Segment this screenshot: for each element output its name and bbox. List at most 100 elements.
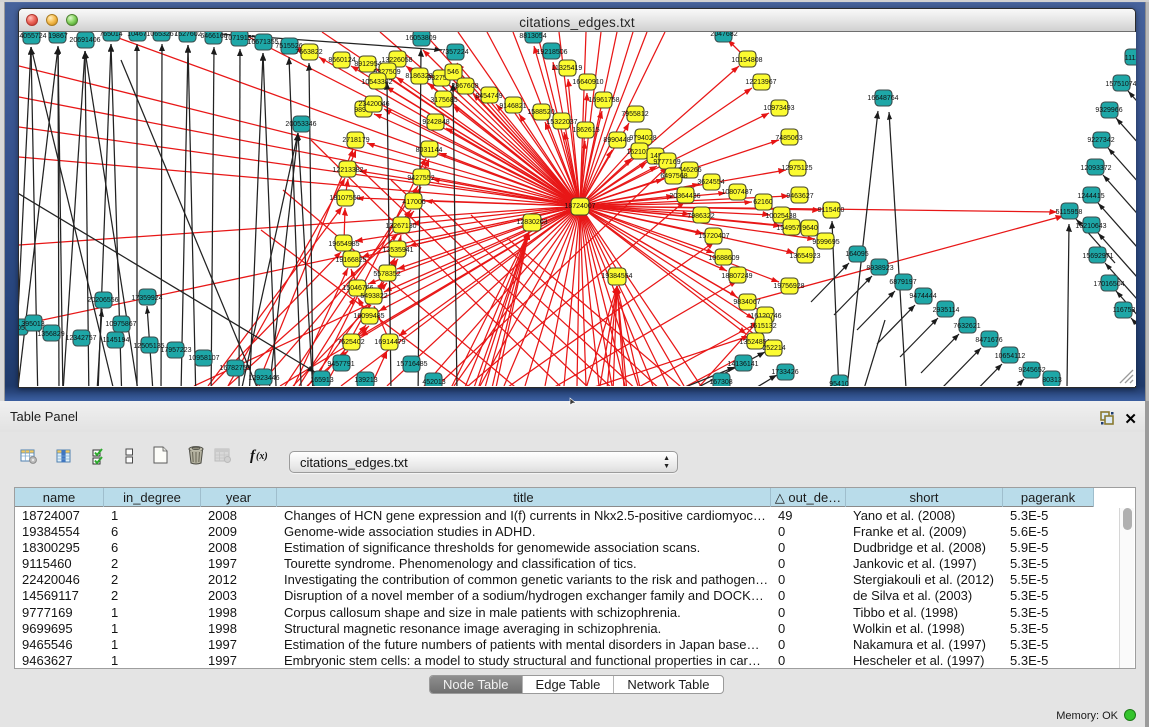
svg-text:8912954: 8912954 (354, 61, 381, 68)
svg-text:(x): (x) (256, 451, 268, 462)
svg-text:10688609: 10688609 (708, 255, 739, 262)
svg-text:5578352: 5578352 (373, 271, 400, 278)
svg-text:10653267: 10653267 (146, 32, 177, 38)
svg-text:8938923: 8938923 (866, 265, 893, 272)
svg-text:12975125: 12975125 (781, 165, 812, 172)
svg-text:2718179: 2718179 (342, 137, 369, 144)
svg-text:765014: 765014 (99, 32, 122, 38)
svg-text:9329966: 9329966 (1095, 107, 1122, 114)
svg-text:3624554: 3624554 (697, 179, 724, 186)
svg-text:17957223: 17957223 (160, 347, 191, 354)
svg-text:16210643: 16210643 (1075, 223, 1106, 230)
svg-text:417006: 417006 (402, 199, 425, 206)
svg-text:7485063: 7485063 (775, 135, 802, 142)
svg-text:10654112: 10654112 (995, 353, 1026, 360)
svg-text:13535941: 13535941 (382, 247, 413, 254)
svg-text:19867: 19867 (48, 33, 68, 40)
svg-text:8990448: 8990448 (603, 137, 630, 144)
svg-text:16099485: 16099485 (353, 313, 384, 320)
svg-text:12213967: 12213967 (745, 79, 776, 86)
svg-text:15692971: 15692971 (1082, 253, 1113, 260)
svg-text:116753: 116753 (1113, 307, 1136, 314)
svg-text:6879197: 6879197 (889, 279, 916, 286)
svg-text:395013: 395013 (21, 321, 44, 328)
svg-text:2867608: 2867608 (451, 83, 478, 90)
svg-text:80313: 80313 (1042, 377, 1062, 384)
svg-text:164095: 164095 (845, 251, 868, 258)
svg-text:62160: 62160 (753, 199, 773, 206)
svg-text:19218506: 19218506 (536, 49, 567, 56)
svg-text:16648764: 16648764 (867, 95, 898, 102)
svg-text:7663822: 7663822 (295, 49, 322, 56)
svg-text:17016504: 17016504 (1093, 281, 1124, 288)
svg-text:10975867: 10975867 (105, 321, 136, 328)
svg-text:9463627: 9463627 (786, 193, 813, 200)
svg-text:15322037: 15322037 (546, 119, 577, 126)
svg-text:18807249: 18807249 (721, 273, 752, 280)
svg-text:20364436: 20364436 (669, 193, 700, 200)
svg-text:1527602: 1527602 (174, 32, 201, 38)
svg-text:12830203: 12830203 (516, 219, 547, 226)
svg-text:19384554: 19384554 (601, 273, 632, 280)
svg-text:252214: 252214 (762, 345, 785, 352)
svg-text:15716485: 15716485 (396, 361, 427, 368)
svg-text:10807487: 10807487 (721, 189, 752, 196)
svg-text:1244415: 1244415 (1077, 193, 1104, 200)
svg-text:167308: 167308 (709, 379, 732, 386)
svg-text:95410: 95410 (829, 381, 849, 386)
svg-text:1145194: 1145194 (103, 337, 130, 344)
svg-text:20206556: 20206556 (87, 297, 118, 304)
svg-text:20691406: 20691406 (69, 37, 100, 44)
svg-text:10154808: 10154808 (731, 57, 762, 64)
svg-text:165913: 165913 (310, 377, 333, 384)
svg-text:15751074: 15751074 (1105, 81, 1136, 88)
svg-text:16782759: 16782759 (219, 365, 250, 372)
svg-text:8454749: 8454749 (475, 93, 502, 100)
svg-text:9834067: 9834067 (733, 299, 760, 306)
svg-text:1588520: 1588520 (527, 109, 554, 116)
svg-text:9115460: 9115460 (818, 207, 845, 214)
svg-text:16961758: 16961758 (588, 97, 619, 104)
svg-text:9245652: 9245652 (1018, 367, 1045, 374)
svg-text:19756928: 19756928 (773, 283, 804, 290)
svg-text:14055724: 14055724 (19, 33, 47, 40)
svg-text:9474444: 9474444 (909, 293, 936, 300)
svg-text:13267130: 13267130 (385, 223, 416, 230)
svg-text:12923446: 12923446 (248, 375, 279, 382)
svg-text:9699695: 9699695 (812, 239, 839, 246)
svg-text:8031144: 8031144 (416, 147, 443, 154)
svg-text:1356829: 1356829 (37, 331, 64, 338)
svg-text:11124: 11124 (1125, 55, 1136, 62)
svg-text:9242848: 9242848 (422, 119, 449, 126)
svg-text:3175685: 3175685 (430, 97, 457, 104)
svg-text:20053346: 20053346 (285, 121, 316, 128)
svg-text:17359924: 17359924 (131, 295, 162, 302)
svg-text:19654985: 19654985 (328, 241, 359, 248)
svg-text:1615132: 1615132 (749, 323, 776, 330)
svg-text:2935114: 2935114 (933, 307, 960, 314)
svg-text:18724007: 18724007 (564, 203, 595, 210)
svg-text:5115958: 5115958 (1056, 209, 1083, 216)
svg-text:452013: 452013 (422, 379, 445, 386)
svg-text:12213382: 12213382 (332, 167, 363, 174)
svg-text:7632621: 7632621 (953, 323, 980, 330)
svg-text:23420046: 23420046 (358, 101, 389, 108)
svg-text:546: 546 (447, 69, 459, 76)
svg-text:139213: 139213 (354, 377, 377, 384)
svg-text:16914479: 16914479 (374, 339, 405, 346)
svg-text:12093372: 12093372 (1080, 165, 1111, 172)
svg-text:7955812: 7955812 (621, 111, 648, 118)
svg-text:10467: 10467 (127, 32, 147, 38)
svg-text:10958107: 10958107 (188, 355, 219, 362)
svg-text:8813054: 8813054 (519, 33, 546, 40)
svg-text:6497568: 6497568 (660, 173, 687, 180)
svg-text:19166825: 19166825 (335, 257, 366, 264)
svg-text:11325419: 11325419 (552, 65, 583, 72)
svg-text:8471676: 8471676 (975, 337, 1002, 344)
svg-text:13654923: 13654923 (789, 253, 820, 260)
svg-text:7625402: 7625402 (337, 339, 364, 346)
svg-text:8660124: 8660124 (328, 57, 355, 64)
svg-text:7357224: 7357224 (441, 49, 468, 56)
svg-text:16053809: 16053809 (405, 35, 436, 42)
svg-text:9794028: 9794028 (629, 135, 656, 142)
